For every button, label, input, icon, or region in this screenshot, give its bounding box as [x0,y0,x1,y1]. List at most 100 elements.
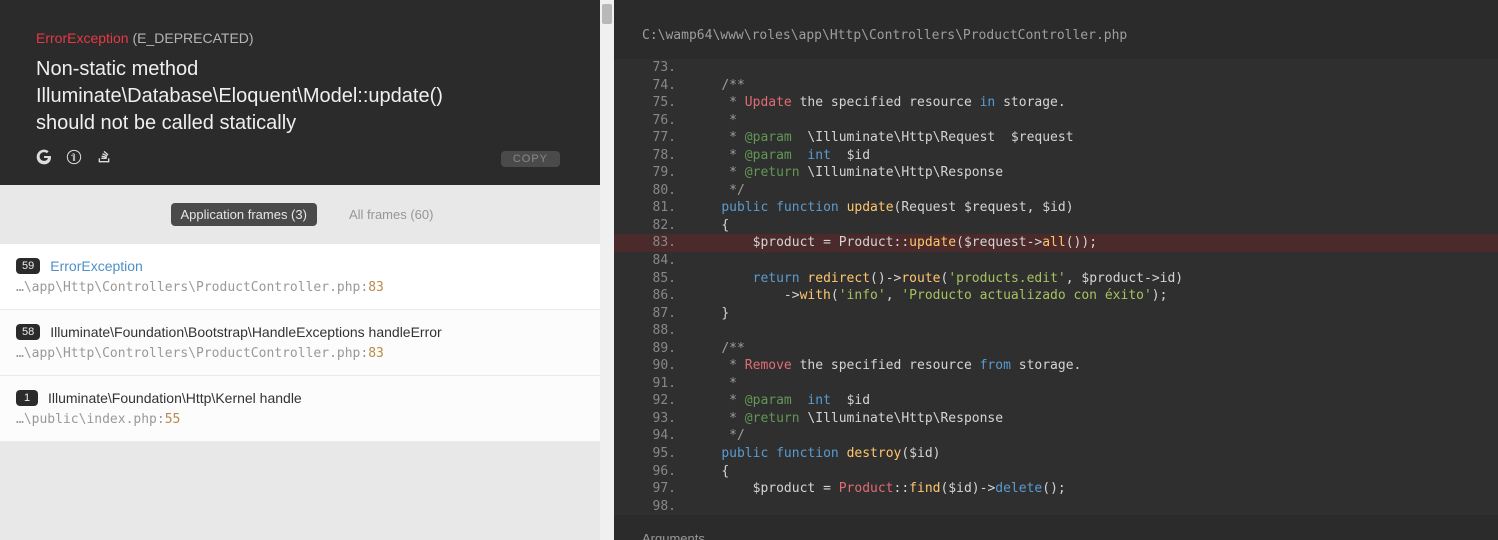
line-number: 85. [614,270,690,288]
code-line: 78. * @param int $id [614,147,1498,165]
code-text: public function update(Request $request,… [690,199,1498,217]
line-number: 92. [614,392,690,410]
tab-all-frames[interactable]: All frames (60) [339,203,444,226]
code-line: 77. * @param \Illuminate\Http\Request $r… [614,129,1498,147]
code-line: 98. [614,498,1498,516]
line-number: 78. [614,147,690,165]
code-line: 88. [614,322,1498,340]
line-number: 81. [614,199,690,217]
line-number: 95. [614,445,690,463]
code-filepath: C:\wamp64\www\roles\app\Http\Controllers… [614,0,1498,59]
exception-name: ErrorException [36,30,129,46]
line-number: 86. [614,287,690,305]
code-line: 93. * @return \Illuminate\Http\Response [614,410,1498,428]
code-text: * @param \Illuminate\Http\Request $reque… [690,129,1498,147]
exception-message: Non-static method Illuminate\Database\El… [36,56,466,137]
line-number: 77. [614,129,690,147]
code-line: 86. ->with('info', 'Producto actualizado… [614,287,1498,305]
line-number: 80. [614,182,690,200]
code-text: ->with('info', 'Producto actualizado con… [690,287,1498,305]
line-number: 75. [614,94,690,112]
code-text: public function destroy($id) [690,445,1498,463]
line-number: 91. [614,375,690,393]
copy-button[interactable]: COPY [501,151,560,167]
line-number: 96. [614,463,690,481]
code-line: 97. $product = Product::find($id)->delet… [614,480,1498,498]
scrollbar-thumb[interactable] [602,4,612,24]
code-line: 92. * @param int $id [614,392,1498,410]
code-line: 95. public function destroy($id) [614,445,1498,463]
code-line: 73. [614,59,1498,77]
code-line: 74. /** [614,77,1498,95]
tab-app-frames[interactable]: Application frames (3) [171,203,317,226]
code-line: 84. [614,252,1498,270]
code-text [690,322,1498,340]
stackoverflow-icon[interactable] [96,149,112,165]
stack-frame[interactable]: 1 Illuminate\Foundation\Http\Kernel handl… [0,376,614,442]
line-number: 93. [614,410,690,428]
code-text: * @param int $id [690,147,1498,165]
code-text [690,498,1498,516]
search-icons-row [36,149,578,165]
code-line: 85. return redirect()->route('products.e… [614,270,1498,288]
code-line: 89. /** [614,340,1498,358]
line-number: 76. [614,112,690,130]
code-text: { [690,217,1498,235]
line-number: 74. [614,77,690,95]
code-line: 81. public function update(Request $requ… [614,199,1498,217]
code-line: 94. */ [614,427,1498,445]
line-number: 89. [614,340,690,358]
left-panel: ErrorException (E_DEPRECATED) Non-static… [0,0,614,540]
code-line: 76. * [614,112,1498,130]
code-text: $product = Product::update($request->all… [690,234,1498,252]
frame-badge: 59 [16,258,40,274]
frames-tabs: Application frames (3) All frames (60) [0,185,614,244]
code-text: * @param int $id [690,392,1498,410]
code-line: 83. $product = Product::update($request-… [614,234,1498,252]
line-number: 94. [614,427,690,445]
code-text: */ [690,427,1498,445]
scrollbar[interactable] [600,0,614,540]
frame-badge: 58 [16,324,40,340]
code-block: 73.74. /**75. * Update the specified res… [614,59,1498,515]
code-line: 82. { [614,217,1498,235]
frame-path: …\app\Http\Controllers\ProductController… [16,280,594,295]
stack-frame[interactable]: 59 ErrorException …\app\Http\Controllers\P… [0,244,614,310]
line-number: 87. [614,305,690,323]
code-line: 79. * @return \Illuminate\Http\Response [614,164,1498,182]
frames-list: 59 ErrorException …\app\Http\Controllers\P… [0,244,614,442]
line-number: 83. [614,234,690,252]
line-number: 73. [614,59,690,77]
code-text: /** [690,77,1498,95]
code-line: 91. * [614,375,1498,393]
line-number: 82. [614,217,690,235]
code-line: 90. * Remove the specified resource from… [614,357,1498,375]
line-number: 98. [614,498,690,516]
stack-frame[interactable]: 58 Illuminate\Foundation\Bootstrap\Handle… [0,310,614,376]
code-line: 96. { [614,463,1498,481]
code-text: } [690,305,1498,323]
exception-line: ErrorException (E_DEPRECATED) [36,30,578,46]
code-text: * Update the specified resource in stora… [690,94,1498,112]
error-header: ErrorException (E_DEPRECATED) Non-static… [0,0,614,185]
code-line: 75. * Update the specified resource in s… [614,94,1498,112]
code-text: { [690,463,1498,481]
frame-path: …\app\Http\Controllers\ProductController… [16,346,598,361]
duckduckgo-icon[interactable] [66,149,82,165]
code-text: * @return \Illuminate\Http\Response [690,410,1498,428]
line-number: 90. [614,357,690,375]
right-panel: C:\wamp64\www\roles\app\Http\Controllers… [614,0,1498,540]
frame-name: Illuminate\Foundation\Bootstrap\HandleEx… [50,324,441,340]
frame-badge: 1 [16,390,38,406]
exception-type: (E_DEPRECATED) [132,30,253,46]
code-text: * [690,375,1498,393]
line-number: 79. [614,164,690,182]
line-number: 88. [614,322,690,340]
code-text [690,252,1498,270]
line-number: 84. [614,252,690,270]
code-text: */ [690,182,1498,200]
frame-name: Illuminate\Foundation\Http\Kernel handle [48,390,302,406]
arguments-label: Arguments [614,515,1498,540]
google-icon[interactable] [36,149,52,165]
frame-name: ErrorException [50,258,143,274]
